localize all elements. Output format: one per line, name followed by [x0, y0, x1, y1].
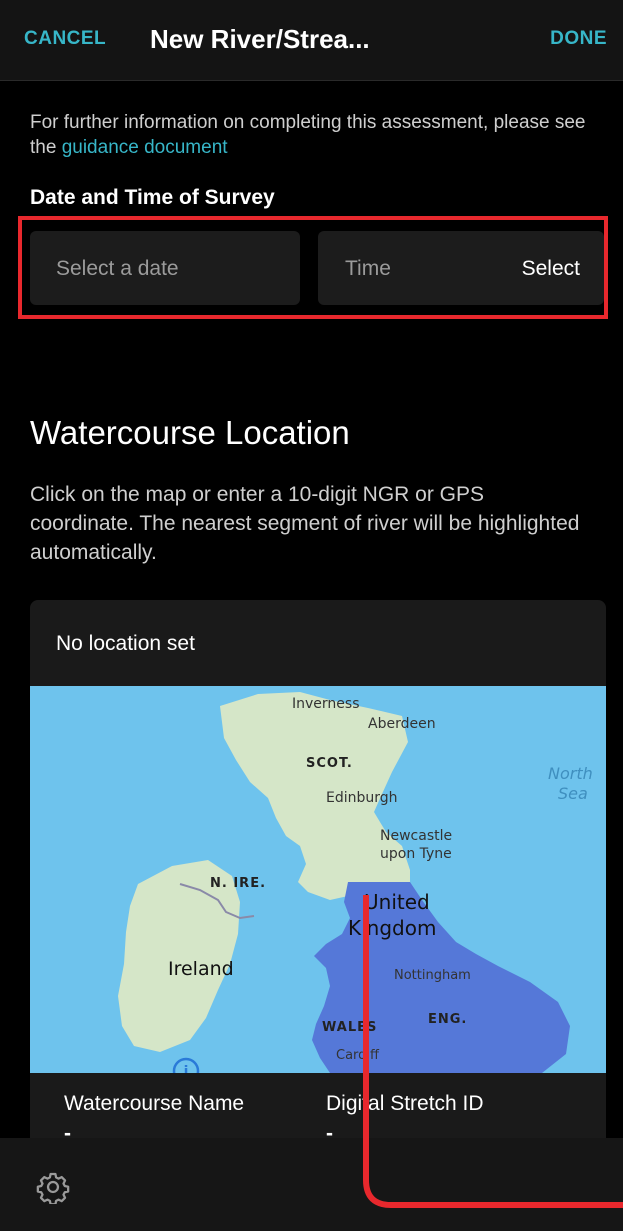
- map-label-n-ire: N. IRE.: [210, 876, 267, 891]
- map-label-inverness: Inverness: [292, 696, 360, 712]
- map-label-newcastle: Newcastle: [380, 828, 453, 844]
- map-canvas: i: [30, 686, 606, 1073]
- map-label-kingdom: Kingdom: [348, 916, 437, 940]
- bottom-bar: [0, 1138, 623, 1231]
- map-label-eng: ENG.: [428, 1012, 468, 1027]
- map-label-ireland: Ireland: [168, 958, 234, 980]
- map-label-nottingham: Nottingham: [394, 968, 471, 983]
- map-label-aberdeen: Aberdeen: [368, 716, 436, 732]
- guidance-document-link[interactable]: guidance document: [62, 137, 228, 158]
- date-time-label: Date and Time of Survey: [30, 186, 275, 209]
- cancel-button[interactable]: CANCEL: [24, 28, 106, 50]
- location-map[interactable]: i Inverness Aberdeen SCOT. Edinburgh New…: [30, 686, 606, 1073]
- map-label-north: North: [548, 764, 593, 783]
- location-card: No location set i Inverness Aberdeen SCO…: [30, 600, 606, 1160]
- page-title: New River/Strea...: [150, 24, 370, 54]
- highlight-box: [18, 216, 608, 319]
- info-icon: i: [184, 1064, 189, 1073]
- intro-text: For further information on completing th…: [30, 110, 590, 160]
- map-label-united: United: [364, 890, 430, 914]
- map-label-edinburgh: Edinburgh: [326, 790, 398, 806]
- watercourse-title: Watercourse Location: [30, 414, 350, 451]
- watercourse-name-label: Watercourse Name: [64, 1092, 245, 1115]
- map-label-newcastle-2: upon Tyne: [380, 846, 452, 862]
- top-bar: CANCEL New River/Strea... DONE: [0, 0, 623, 81]
- map-label-wales: WALES: [322, 1020, 378, 1035]
- map-label-cardiff: Cardiff: [336, 1048, 379, 1063]
- gear-icon[interactable]: [36, 1170, 70, 1204]
- map-label-sea: Sea: [558, 784, 588, 803]
- watercourse-description: Click on the map or enter a 10-digit NGR…: [30, 483, 580, 564]
- done-button[interactable]: DONE: [550, 28, 607, 50]
- location-status: No location set: [56, 632, 195, 655]
- map-label-scot: SCOT.: [306, 756, 353, 771]
- digital-stretch-id-label: Digital Stretch ID: [326, 1092, 484, 1115]
